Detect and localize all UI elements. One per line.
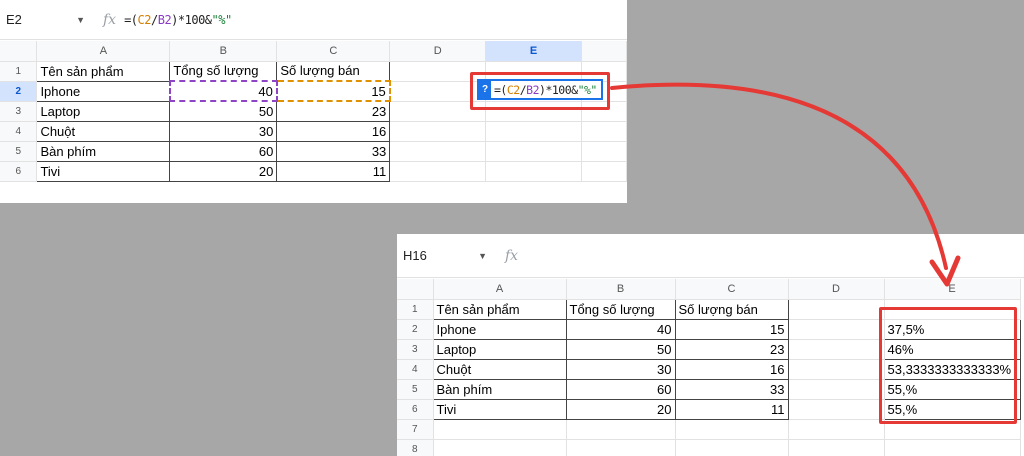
pointer-arrow — [610, 82, 961, 287]
